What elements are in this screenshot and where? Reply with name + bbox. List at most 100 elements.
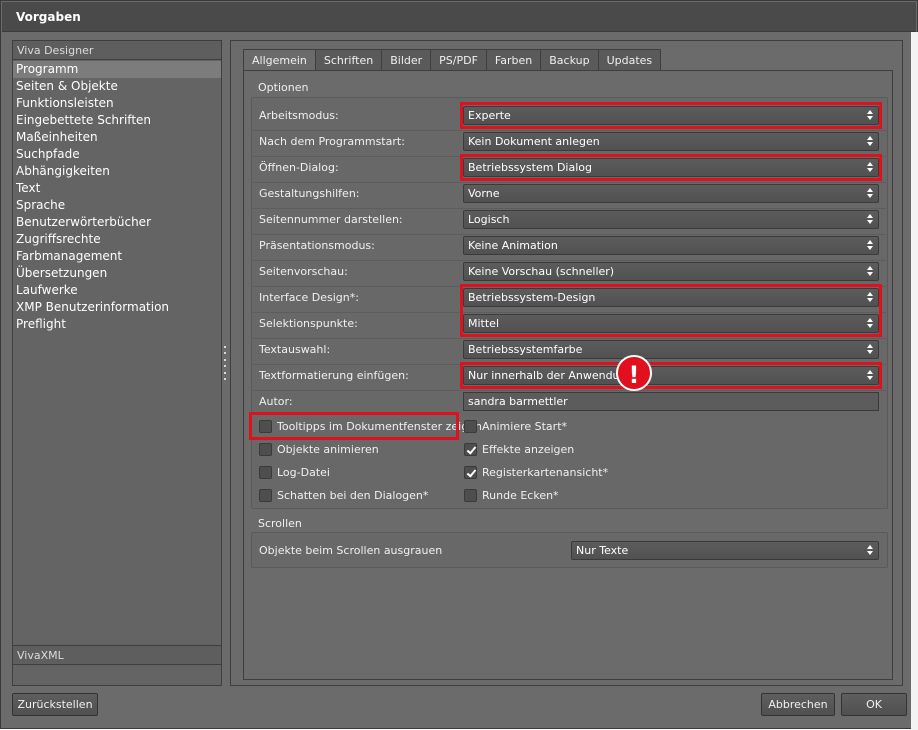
checkbox-box xyxy=(464,419,477,433)
preferences-dialog: Vorgaben Viva Designer Programm Seiten &… xyxy=(0,0,918,730)
label-selektionspunkte: Selektionspunkte: xyxy=(259,317,358,330)
cancel-button[interactable]: Abbrechen xyxy=(761,693,835,716)
select-arbeitsmodus[interactable]: Experte xyxy=(463,106,879,125)
row-separator xyxy=(253,182,886,183)
checkbox-box xyxy=(259,488,272,502)
tab-backup[interactable]: Backup xyxy=(541,49,599,71)
select-value: Betriebssystem-Design xyxy=(468,291,596,304)
checkbox-box xyxy=(259,465,272,479)
tab-ps-pdf[interactable]: PS/PDF xyxy=(431,49,487,71)
label-oeffnen-dialog: Öffnen-Dialog: xyxy=(259,161,339,174)
category-item-funktionsleisten[interactable]: Funktionsleisten xyxy=(13,95,221,112)
checkbox-log-datei[interactable]: Log-Datei xyxy=(259,464,330,480)
row-separator xyxy=(253,234,886,235)
updown-arrows-icon xyxy=(867,135,874,148)
splitter-handle[interactable] xyxy=(223,346,227,380)
row-separator xyxy=(253,390,886,391)
select-selektionspunkte[interactable]: Mittel xyxy=(463,314,879,333)
row-separator xyxy=(253,156,886,157)
select-oeffnen-dialog[interactable]: Betriebssystem Dialog xyxy=(463,158,879,177)
tab-allgemein[interactable]: Allgemein xyxy=(243,49,316,71)
checkbox-label: Registerkartenansicht* xyxy=(482,465,609,479)
reset-button[interactable]: Zurückstellen xyxy=(12,693,98,716)
label-autor: Autor: xyxy=(259,395,293,408)
select-nach-programmstart[interactable]: Kein Dokument anlegen xyxy=(463,132,879,151)
category-item-preflight[interactable]: Preflight xyxy=(13,316,221,333)
category-item-laufwerke[interactable]: Laufwerke xyxy=(13,282,221,299)
checkbox-runde-ecken[interactable]: Runde Ecken* xyxy=(464,487,559,503)
category-item-suchpfade[interactable]: Suchpfade xyxy=(13,146,221,163)
ok-button[interactable]: OK xyxy=(841,693,907,716)
select-value: Vorne xyxy=(468,187,500,200)
settings-panel: Allgemein Schriften Bilder PS/PDF Farben… xyxy=(230,40,903,686)
label-seitennummer: Seitennummer darstellen: xyxy=(259,213,403,226)
tab-bilder[interactable]: Bilder xyxy=(382,49,432,71)
checkbox-box-checked xyxy=(464,465,477,479)
checkbox-box xyxy=(259,419,272,433)
updown-arrows-icon xyxy=(867,291,874,304)
category-item-xmp-benutzerinformation[interactable]: XMP Benutzerinformation xyxy=(13,299,221,316)
category-item-programm[interactable]: Programm xyxy=(13,61,221,78)
checkbox-box xyxy=(259,442,272,456)
updown-arrows-icon xyxy=(867,369,874,382)
category-item-benutzerwoerterbuecher[interactable]: Benutzerwörterbücher xyxy=(13,214,221,231)
select-scrollen-ausgrauen[interactable]: Nur Texte xyxy=(571,541,879,560)
row-separator xyxy=(253,130,886,131)
checkbox-animiere-start[interactable]: Animiere Start* xyxy=(464,418,567,434)
category-item-farbmanagement[interactable]: Farbmanagement xyxy=(13,248,221,265)
select-praesentationsmodus[interactable]: Keine Animation xyxy=(463,236,879,255)
checkbox-label: Runde Ecken* xyxy=(482,488,559,502)
category-item-abhaengigkeiten[interactable]: Abhängigkeiten xyxy=(13,163,221,180)
row-separator xyxy=(253,312,886,313)
autor-input[interactable]: sandra barmettler xyxy=(463,392,879,411)
label-seitenvorschau: Seitenvorschau: xyxy=(259,265,348,278)
row-separator xyxy=(253,364,886,365)
label-textauswahl: Textauswahl: xyxy=(259,343,331,356)
updown-arrows-icon xyxy=(867,187,874,200)
window-edge xyxy=(911,32,918,730)
updown-arrows-icon xyxy=(867,109,874,122)
exclamation-icon: ! xyxy=(616,355,652,391)
checkbox-effekte-anzeigen[interactable]: Effekte anzeigen xyxy=(464,441,574,457)
checkbox-label: Tooltipps im Dokumentfenster zeigen xyxy=(277,419,482,433)
select-seitennummer[interactable]: Logisch xyxy=(463,210,879,229)
category-panel-header: Viva Designer xyxy=(13,41,221,60)
select-value: Nur innerhalb der Anwendung xyxy=(468,369,634,382)
checkbox-box xyxy=(464,488,477,502)
grip-dot xyxy=(224,358,226,361)
group-optionen: Arbeitsmodus: Experte Nach dem Programms… xyxy=(249,97,888,509)
row-separator xyxy=(253,260,886,261)
tab-farben[interactable]: Farben xyxy=(486,49,542,71)
updown-arrows-icon xyxy=(867,161,874,174)
select-gestaltungshilfen[interactable]: Vorne xyxy=(463,184,879,203)
category-item-masseinheiten[interactable]: Maßeinheiten xyxy=(13,129,221,146)
category-item-sprache[interactable]: Sprache xyxy=(13,197,221,214)
select-value: Mittel xyxy=(468,317,499,330)
checkbox-tooltipps[interactable]: Tooltipps im Dokumentfenster zeigen xyxy=(259,418,482,434)
category-item-eingebettete-schriften[interactable]: Eingebettete Schriften xyxy=(13,112,221,129)
select-seitenvorschau[interactable]: Keine Vorschau (schneller) xyxy=(463,262,879,281)
row-separator xyxy=(253,286,886,287)
checkbox-registerkartenansicht[interactable]: Registerkartenansicht* xyxy=(464,464,608,480)
select-interface-design[interactable]: Betriebssystem-Design xyxy=(463,288,879,307)
category-item-seiten-objekte[interactable]: Seiten & Objekte xyxy=(13,78,221,95)
title-bar: Vorgaben xyxy=(2,2,916,32)
checkbox-label: Effekte anzeigen xyxy=(482,442,575,456)
grip-dot xyxy=(224,365,226,368)
category-item-zugriffsrechte[interactable]: Zugriffsrechte xyxy=(13,231,221,248)
updown-arrows-icon xyxy=(867,239,874,252)
checkbox-schatten-dialoge[interactable]: Schatten bei den Dialogen* xyxy=(259,487,428,503)
category-item-text[interactable]: Text xyxy=(13,180,221,197)
tab-bar: Allgemein Schriften Bilder PS/PDF Farben… xyxy=(243,49,662,71)
tab-schriften[interactable]: Schriften xyxy=(315,49,383,71)
checkbox-label: Schatten bei den Dialogen* xyxy=(277,488,429,502)
select-value: Logisch xyxy=(468,213,510,226)
tab-updates[interactable]: Updates xyxy=(598,49,662,71)
category-panel-footer-vivaxml[interactable]: VivaXML xyxy=(13,645,221,665)
checkbox-objekte-animieren[interactable]: Objekte animieren xyxy=(259,441,379,457)
select-textformatierung[interactable]: Nur innerhalb der Anwendung xyxy=(463,366,879,385)
select-textauswahl[interactable]: Betriebssystemfarbe xyxy=(463,340,879,359)
category-list: Programm Seiten & Objekte Funktionsleist… xyxy=(13,61,221,333)
updown-arrows-icon xyxy=(867,544,874,557)
category-item-uebersetzungen[interactable]: Übersetzungen xyxy=(13,265,221,282)
